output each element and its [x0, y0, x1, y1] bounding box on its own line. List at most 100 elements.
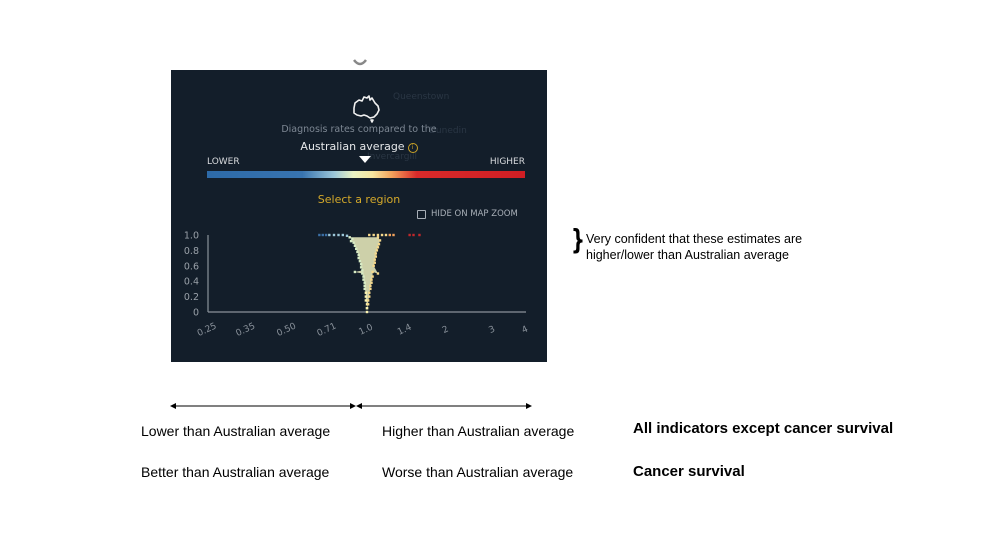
data-point[interactable]: [369, 287, 372, 291]
right-arrow-icon: [356, 403, 532, 409]
data-point[interactable]: [328, 233, 331, 237]
x-tick-label: 0.50: [275, 321, 298, 339]
data-point[interactable]: [366, 299, 370, 302]
comparison-panel: Queenstown Dunedin Invercargill Diagnosi…: [171, 70, 547, 362]
data-point[interactable]: [324, 233, 328, 237]
data-point[interactable]: [359, 263, 363, 266]
data-point[interactable]: [371, 270, 374, 274]
select-region-prompt[interactable]: Select a region: [171, 193, 547, 206]
info-icon[interactable]: i: [407, 143, 418, 153]
data-point[interactable]: [318, 233, 321, 237]
data-point[interactable]: [368, 295, 371, 298]
x-tick-label: 3: [487, 324, 496, 335]
data-point[interactable]: [363, 281, 366, 284]
data-point[interactable]: [376, 236, 380, 239]
australia-map-icon: [353, 95, 380, 123]
average-marker-icon: [359, 156, 371, 163]
data-point[interactable]: [371, 275, 374, 278]
data-point[interactable]: [408, 233, 411, 237]
data-point[interactable]: [361, 269, 364, 272]
data-point[interactable]: [412, 233, 415, 237]
data-point[interactable]: [321, 233, 324, 237]
data-point[interactable]: [353, 270, 357, 274]
data-point[interactable]: [377, 243, 381, 246]
data-point[interactable]: [372, 264, 375, 267]
x-tick-label: 0.71: [316, 321, 338, 339]
data-point[interactable]: [353, 244, 357, 247]
data-point[interactable]: [365, 310, 369, 314]
x-tick-label: 0.35: [235, 321, 257, 339]
data-point[interactable]: [364, 295, 368, 298]
map-label-ghost: Queenstown: [393, 92, 450, 102]
brace-icon: }: [570, 223, 585, 256]
hide-on-map-zoom-toggle[interactable]: HIDE ON MAP ZOOM: [417, 209, 518, 219]
panel-title-text: Australian average: [300, 140, 405, 153]
collapse-handle-icon[interactable]: [352, 58, 368, 68]
data-point[interactable]: [357, 256, 360, 260]
panel-title: Australian average i: [171, 140, 547, 153]
data-point[interactable]: [364, 291, 368, 294]
data-point[interactable]: [361, 272, 364, 275]
better-than-average-label: Better than Australian average: [141, 464, 330, 480]
data-point[interactable]: [373, 258, 376, 261]
all-indicators-label: All indicators except cancer survival: [633, 420, 894, 437]
data-point[interactable]: [349, 239, 353, 243]
data-point[interactable]: [366, 303, 370, 306]
data-point[interactable]: [348, 236, 351, 239]
y-tick-label: 1.0: [184, 231, 199, 242]
funnel-plot: 1.0 0.8 0.6 0.4 0.2 0 0.25 0.35 0.50 0.71 1.0 1.4 2…: [184, 231, 530, 339]
data-point[interactable]: [373, 261, 376, 264]
x-tick-label: 1.4: [396, 323, 413, 338]
data-point[interactable]: [364, 299, 368, 302]
x-tick-label: 0.25: [196, 321, 218, 339]
map-label-ghost: Invercargill: [367, 152, 417, 162]
x-tick-label: 1.0: [358, 323, 375, 338]
data-point[interactable]: [388, 233, 392, 237]
data-point[interactable]: [370, 278, 373, 281]
data-point[interactable]: [368, 291, 371, 294]
data-point[interactable]: [337, 233, 340, 237]
data-point[interactable]: [362, 278, 365, 281]
data-point[interactable]: [356, 250, 359, 254]
data-point[interactable]: [372, 233, 375, 237]
data-point[interactable]: [392, 233, 395, 237]
direction-arrows: [170, 403, 532, 409]
data-point[interactable]: [345, 234, 349, 237]
data-point[interactable]: [374, 252, 378, 255]
data-point[interactable]: [378, 239, 382, 242]
data-point[interactable]: [376, 246, 380, 249]
data-point[interactable]: [369, 284, 372, 288]
data-point[interactable]: [354, 247, 358, 251]
data-point[interactable]: [358, 259, 362, 263]
cancer-survival-label: Cancer survival: [633, 463, 745, 480]
data-point[interactable]: [374, 255, 378, 258]
data-point[interactable]: [352, 241, 355, 244]
data-point[interactable]: [418, 233, 421, 237]
checkbox[interactable]: [417, 209, 426, 219]
scale-higher-label: HIGHER: [489, 157, 525, 167]
x-tick-label: 2: [441, 324, 450, 335]
hide-on-map-zoom-label: HIDE ON MAP ZOOM: [431, 209, 518, 219]
data-point[interactable]: [376, 233, 380, 237]
confidence-annotation: Very confident that these estimates are …: [586, 232, 803, 262]
data-point[interactable]: [341, 233, 345, 237]
y-tick-label: 0.6: [184, 261, 199, 272]
data-point[interactable]: [365, 306, 369, 310]
data-point[interactable]: [368, 233, 371, 237]
data-point[interactable]: [380, 233, 384, 237]
data-point[interactable]: [362, 275, 365, 278]
y-tick-label: 0: [193, 308, 199, 319]
color-scale-bar: [207, 171, 525, 178]
data-point[interactable]: [376, 272, 380, 275]
data-point[interactable]: [375, 249, 379, 252]
data-point[interactable]: [363, 287, 366, 291]
data-point[interactable]: [359, 266, 363, 269]
data-point[interactable]: [332, 233, 336, 237]
data-point[interactable]: [370, 281, 373, 284]
data-point[interactable]: [363, 284, 366, 288]
data-point[interactable]: [384, 233, 388, 237]
data-point[interactable]: [351, 237, 354, 241]
scale-lower-label: LOWER: [207, 157, 240, 167]
y-tick-label: 0.2: [184, 292, 199, 303]
data-point[interactable]: [357, 253, 360, 257]
